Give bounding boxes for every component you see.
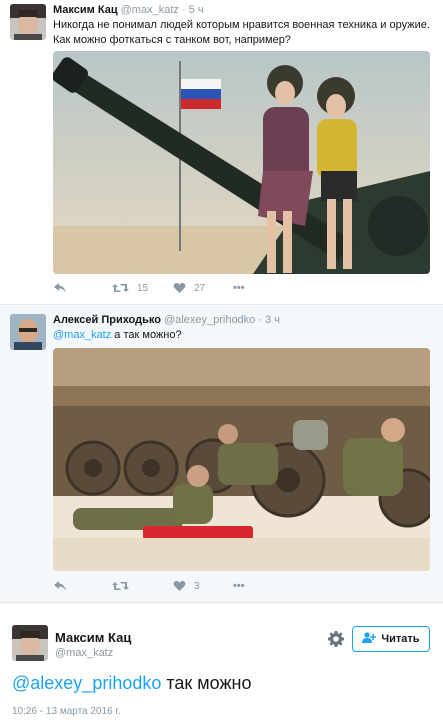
separator: · (258, 314, 263, 326)
tweet-text: Никогда не понимал людей которым нравитс… (53, 18, 438, 48)
tweet-3 (0, 604, 443, 720)
tweet-photo[interactable] (53, 348, 430, 571)
avatar[interactable] (10, 4, 46, 40)
more-button[interactable]: ••• (233, 282, 245, 294)
reply-button[interactable] (53, 580, 67, 592)
retweet-icon (112, 580, 129, 592)
tweet-actions: 15 27 ••• (53, 282, 430, 298)
tweet-2: Алексей Приходько @alexey_prihodko · 3 ч… (0, 306, 443, 602)
reply-icon (53, 580, 67, 592)
avatar[interactable] (10, 314, 46, 350)
like-button[interactable]: 3 (173, 580, 200, 592)
divider (0, 304, 443, 305)
tweet-timestamp[interactable]: 10:26 - 13 марта 2016 г. (12, 706, 121, 717)
more-icon: ••• (233, 282, 245, 294)
tweet-actions: 3 ••• (53, 580, 430, 596)
tweet-text-line-2: Как можно фоткаться с танком вот, наприм… (53, 34, 291, 46)
like-button[interactable]: 27 (173, 282, 205, 294)
retweet-icon (112, 282, 129, 294)
author-name[interactable]: Максим Кац (53, 4, 118, 16)
tweet-text-body: так можно (161, 673, 252, 693)
tweet-header: Алексей Приходько @alexey_prihodko · 3 ч (53, 314, 280, 326)
tweet-text-line-1: Никогда не понимал людей которым нравитс… (53, 19, 430, 31)
avatar[interactable] (12, 625, 48, 661)
gear-icon[interactable] (328, 631, 344, 652)
more-button[interactable]: ••• (233, 580, 245, 592)
separator: · (181, 4, 186, 16)
tweet-text-body: а так можно? (111, 329, 182, 341)
divider (0, 602, 443, 603)
author-name[interactable]: Алексей Приходько (53, 314, 161, 326)
mention-link[interactable]: @alexey_prihodko (12, 673, 161, 693)
tweet-header: Максим Кац @max_katz · 5 ч (53, 4, 204, 16)
tweet-text: @alexey_prihodko так можно (12, 673, 251, 694)
like-count: 27 (194, 282, 206, 294)
tweet-1: Максим Кац @max_katz · 5 ч Никогда не по… (0, 0, 443, 304)
more-icon: ••• (233, 580, 245, 592)
retweet-button[interactable] (112, 580, 129, 592)
tweet-text: @max_katz а так можно? (53, 328, 438, 343)
heart-icon (173, 282, 186, 294)
reply-button[interactable] (53, 282, 67, 294)
tweet-photo[interactable] (53, 51, 430, 274)
retweet-button[interactable]: 15 (112, 282, 148, 294)
tweet-time[interactable]: 5 ч (189, 4, 204, 16)
add-user-icon (362, 632, 377, 646)
heart-icon (173, 580, 186, 592)
follow-label: Читать (381, 633, 420, 645)
reply-icon (53, 282, 67, 294)
author-handle[interactable]: @alexey_prihodko (164, 314, 255, 326)
author-name[interactable]: Максим Кац (55, 630, 131, 645)
mention-link[interactable]: @max_katz (53, 329, 111, 341)
tank-tracks-photo-image (53, 348, 430, 571)
follow-button[interactable]: Читать (352, 626, 430, 652)
tank-photo-image (53, 51, 430, 274)
author-handle[interactable]: @max_katz (55, 647, 113, 659)
like-count: 3 (194, 580, 200, 592)
author-handle[interactable]: @max_katz (121, 4, 179, 16)
tweet-time[interactable]: 3 ч (265, 314, 280, 326)
retweet-count: 15 (137, 282, 149, 294)
